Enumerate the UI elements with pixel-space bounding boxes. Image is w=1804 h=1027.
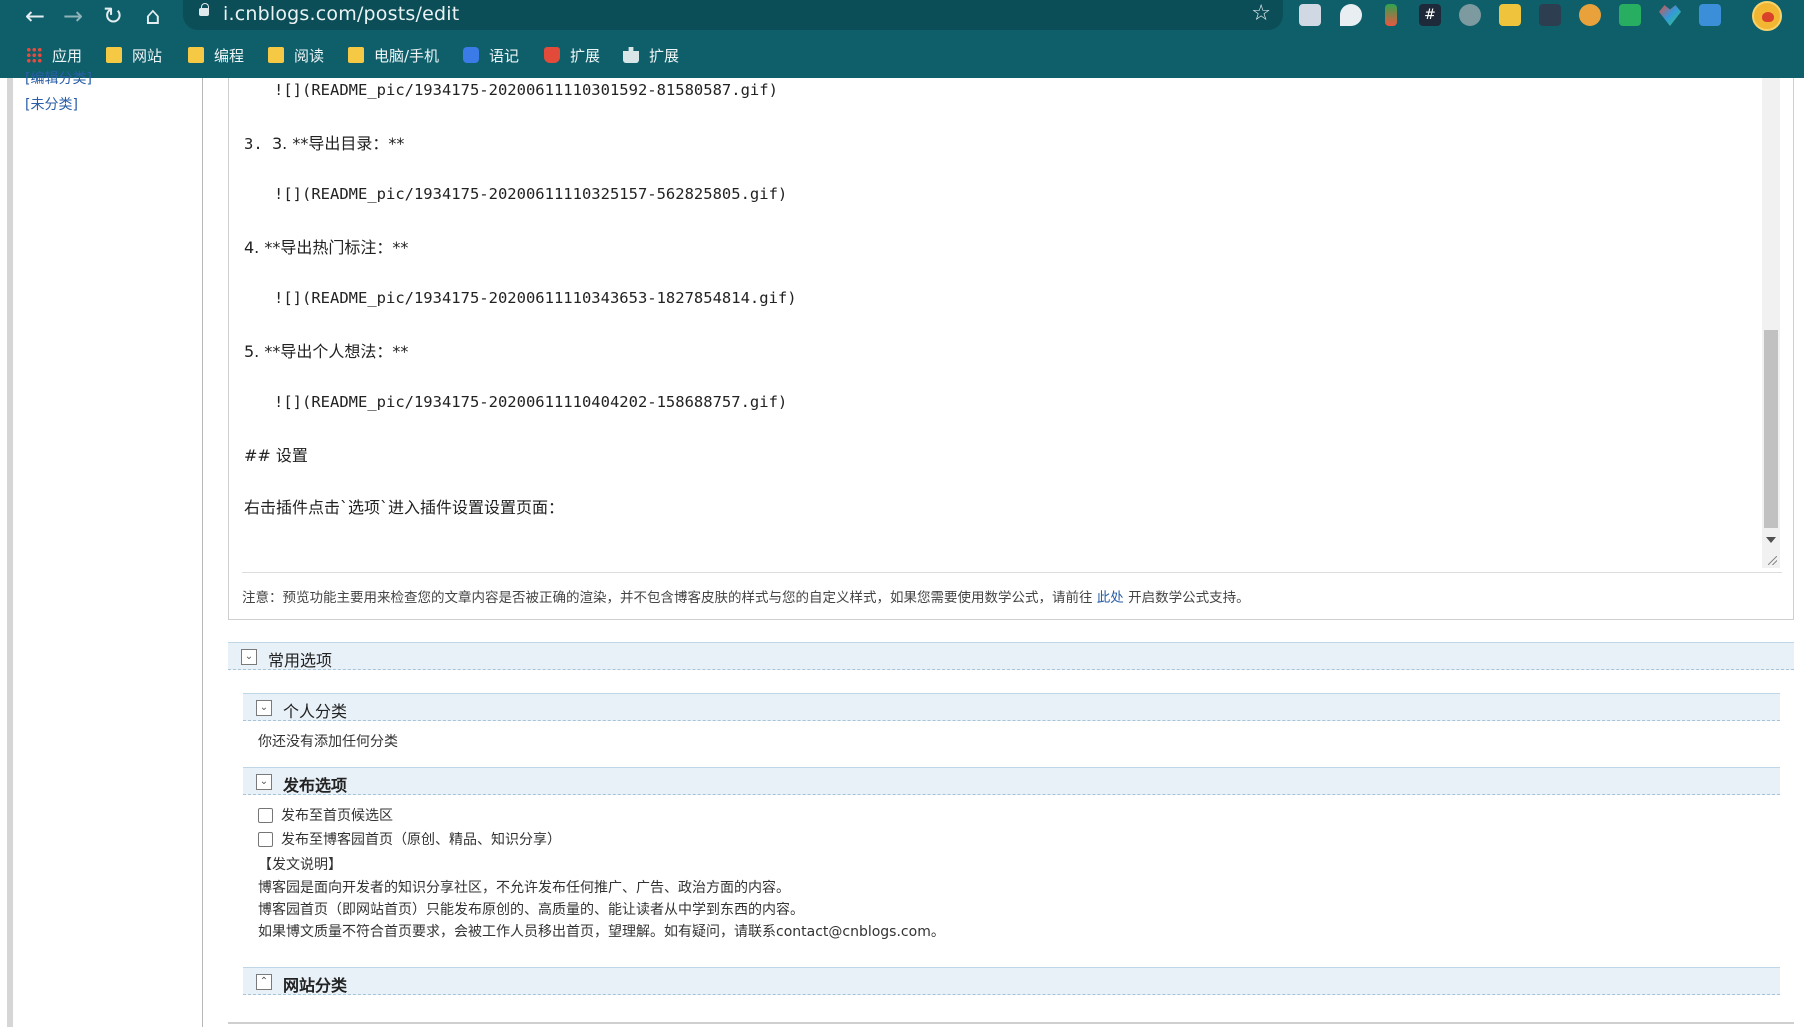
section-title: 个人分类 [283,702,348,721]
forward-icon[interactable]: → [58,1,88,31]
puzzle-icon [623,47,639,63]
home-icon[interactable]: ⌂ [138,1,168,31]
chevron-double-down-icon[interactable]: ⌄ [256,774,272,790]
extension-download-icon[interactable] [1385,4,1397,26]
extension-icon [544,47,560,63]
editor-scrollbar[interactable] [1762,78,1780,568]
checkbox-label: 发布至首页候选区 [281,808,393,824]
section-title: 常用选项 [268,651,333,670]
editor-line: 4. **导出热门标注：** [244,238,409,257]
editor-line: ![](README_pic/1934175-20200611110301592… [274,81,778,99]
note-extension-icon [463,47,479,63]
bookmark-label: 扩展 [570,46,601,65]
editor-line: ![](README_pic/1934175-20200611110325157… [274,185,788,203]
bookmark-label: 阅读 [294,46,325,65]
section-site-category[interactable]: ⌃ 网站分类 [243,967,1780,995]
publish-homepage-checkbox-row[interactable]: 发布至博客园首页（原创、精品、知识分享） [258,829,561,849]
address-bar[interactable]: i.cnblogs.com/posts/edit ☆ [183,0,1283,30]
editor-line-text: 3. **导出目录：** [272,134,405,153]
extension-dark-icon[interactable] [1539,4,1561,26]
section-common-options[interactable]: ⌄ 常用选项 [228,642,1794,670]
section-personal-category[interactable]: ⌄ 个人分类 [243,693,1780,721]
extension-blue-icon[interactable] [1699,4,1721,26]
publish-candidate-checkbox[interactable] [258,807,273,823]
checkbox-label: 发布至博客园首页（原创、精品、知识分享） [281,832,561,848]
bookmark-label: 应用 [52,46,83,65]
preview-note-suffix: 开启数学公式支持。 [1128,590,1250,606]
lock-icon [199,3,209,16]
reload-icon[interactable]: ↻ [98,1,128,31]
bookmark-folder-reading[interactable]: 阅读 [268,43,324,67]
bookmark-extension-2[interactable]: 扩展 [623,43,679,67]
publish-homepage-checkbox[interactable] [258,831,273,847]
page-content: [编辑分类] [未分类] ![](README_pic/1934175-2020… [0,71,1804,1027]
back-icon[interactable]: ← [20,1,50,31]
editor-line: 5. **导出个人想法：** [244,342,409,361]
preview-note: 注意：预览功能主要用来检查您的文章内容是否被正确的渲染，并不包含博客皮肤的样式与… [242,586,1250,606]
bookmark-label: 电脑/手机 [374,46,440,65]
bookmark-label: 语记 [489,46,520,65]
bookmark-apps[interactable]: 应用 [26,43,82,67]
resize-handle-icon[interactable] [1762,548,1780,568]
preview-note-text: 注意：预览功能主要用来检查您的文章内容是否被正确的渲染，并不包含博客皮肤的样式与… [242,590,1093,606]
editor-line: ## 设置 [244,446,308,465]
extension-hash-icon[interactable]: # [1419,4,1441,26]
folder-icon [268,47,284,63]
folder-icon [106,47,122,63]
scroll-down-arrow-icon[interactable] [1766,537,1776,543]
extension-heart-icon[interactable] [1659,5,1681,26]
folder-icon [348,47,364,63]
sidebar-link-edit-category[interactable]: [编辑分类] [25,68,92,88]
scrollbar-thumb[interactable] [1764,330,1778,528]
extension-shield-icon[interactable] [1340,4,1362,26]
section-publish-options[interactable]: ⌄ 发布选项 [243,767,1780,795]
bookmark-label: 编程 [214,46,245,65]
publish-note-line: 如果博文质量不符合首页要求，会被工作人员移出首页，望理解。如有疑问，请联系con… [258,924,945,940]
editor-line: ![](README_pic/1934175-20200611110404202… [274,393,788,411]
bookmark-star-icon[interactable]: ☆ [1251,1,1271,26]
extension-green-icon[interactable] [1619,4,1641,26]
browser-toolbar: ← → ↻ ⌂ i.cnblogs.com/posts/edit ☆ # [0,0,1804,32]
extension-reader-icon[interactable] [1299,4,1321,26]
sidebar-link-uncategorized[interactable]: [未分类] [25,94,78,114]
divider [228,1022,1794,1024]
empty-category-text: 你还没有添加任何分类 [258,734,398,750]
browser-chrome: ← → ↻ ⌂ i.cnblogs.com/posts/edit ☆ # 应用 … [0,0,1804,78]
bookmark-folder-computer-phone[interactable]: 电脑/手机 [348,43,439,67]
folder-icon [188,47,204,63]
editor-line: ![](README_pic/1934175-20200611110343653… [274,289,797,307]
bookmark-yuji[interactable]: 语记 [463,43,519,67]
chevron-double-up-icon[interactable]: ⌃ [256,974,272,990]
section-title: 网站分类 [283,976,348,995]
publish-note-line: 【发文说明】 [258,857,342,873]
math-settings-link[interactable]: 此处 [1097,590,1124,606]
sidebar: [编辑分类] [未分类] [13,71,203,1027]
url-text[interactable]: i.cnblogs.com/posts/edit [223,3,459,25]
markdown-editor[interactable]: ![](README_pic/1934175-20200611110301592… [228,78,1794,620]
editor-line: 右击插件点击`选项`进入插件设置设置页面： [244,498,565,517]
publish-note-line: 博客园是面向开发者的知识分享社区，不允许发布任何推广、广告、政治方面的内容。 [258,880,790,896]
section-title: 发布选项 [283,776,348,795]
publish-note-line: 博客园首页（即网站首页）只能发布原创的、高质量的、能让读者从中学到东西的内容。 [258,902,804,918]
chevron-double-down-icon[interactable]: ⌄ [256,700,272,716]
extension-mouse-icon[interactable] [1459,4,1481,26]
extension-globe-icon[interactable] [1579,4,1601,26]
bookmark-label: 扩展 [649,46,680,65]
publish-candidate-checkbox-row[interactable]: 发布至首页候选区 [258,805,393,825]
profile-avatar-icon[interactable] [1752,1,1782,31]
bookmark-folder-programming[interactable]: 编程 [188,43,244,67]
bookmarks-bar: 应用 网站 编程 阅读 电脑/手机 语记 扩展 扩展 [0,40,1804,70]
divider [242,572,1782,573]
chevron-double-down-icon[interactable]: ⌄ [241,649,257,665]
apps-grid-icon [26,47,42,63]
bookmark-extension-1[interactable]: 扩展 [544,43,600,67]
bookmark-folder-sites[interactable]: 网站 [106,43,162,67]
extension-note-icon[interactable] [1499,4,1521,26]
bookmark-label: 网站 [132,46,163,65]
editor-line: 3. 3. **导出目录：** [244,134,405,153]
